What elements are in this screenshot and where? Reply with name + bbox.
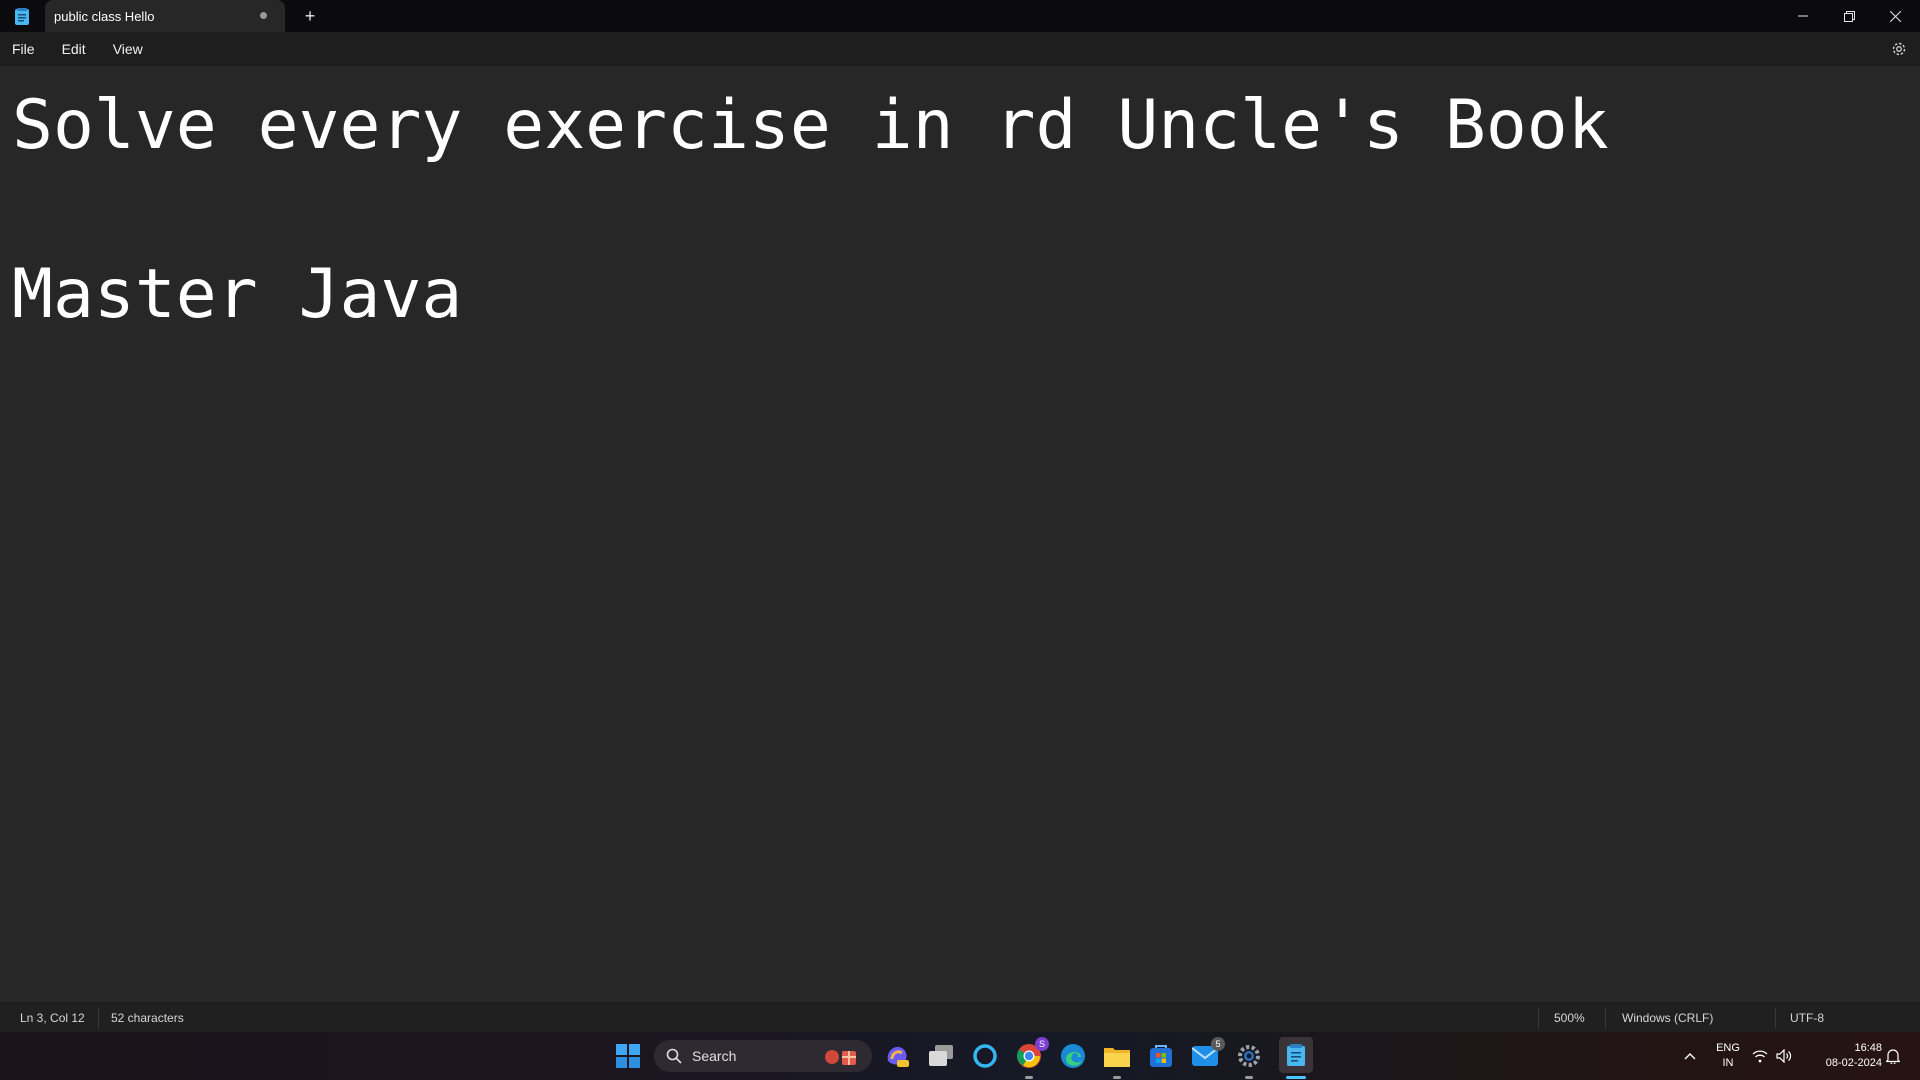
- title-bar: public class Hello +: [0, 0, 1920, 32]
- clock-date: 08-02-2024: [1825, 1057, 1882, 1069]
- running-indicator: [1113, 1076, 1121, 1079]
- menu-view[interactable]: View: [113, 41, 143, 57]
- zoom-level[interactable]: 500%: [1554, 1011, 1585, 1025]
- notification-bell-icon[interactable]: [1883, 1042, 1903, 1070]
- tab-document[interactable]: public class Hello: [45, 0, 285, 32]
- new-tab-button[interactable]: +: [298, 4, 322, 28]
- restore-button[interactable]: [1826, 0, 1872, 32]
- wifi-icon[interactable]: [1750, 1042, 1770, 1070]
- copilot-icon[interactable]: [883, 1042, 911, 1070]
- notepad-taskbar-icon[interactable]: [1279, 1037, 1313, 1073]
- language-indicator[interactable]: ENG IN: [1712, 1041, 1744, 1071]
- menu-file[interactable]: File: [12, 41, 35, 57]
- search-icon: [666, 1048, 682, 1064]
- clock[interactable]: 16:48 08-02-2024: [1808, 1041, 1882, 1071]
- mail-badge: 5: [1211, 1037, 1225, 1051]
- language-region: IN: [1722, 1057, 1734, 1069]
- menu-bar: File Edit View: [0, 32, 1920, 66]
- status-divider: [1538, 1008, 1539, 1028]
- settings-app-icon[interactable]: [1235, 1042, 1263, 1070]
- search-label: Search: [692, 1048, 737, 1064]
- microsoft-store-icon[interactable]: [1147, 1042, 1175, 1070]
- chrome-profile-badge: S: [1035, 1037, 1049, 1051]
- editor-line-1: Solve every exercise in rd Uncle's Book: [12, 86, 1609, 165]
- minimize-button[interactable]: [1780, 0, 1826, 32]
- chevron-up-icon[interactable]: [1676, 1042, 1704, 1070]
- unsaved-dot-icon[interactable]: [260, 12, 267, 19]
- gift-highlight-icon: [825, 1050, 856, 1065]
- encoding[interactable]: UTF-8: [1790, 1011, 1824, 1025]
- mail-icon[interactable]: 5: [1191, 1037, 1225, 1070]
- running-indicator: [1245, 1076, 1253, 1079]
- status-bar: Ln 3, Col 12 52 characters 500% Windows …: [0, 1002, 1920, 1034]
- editor-line-3: Master Java: [12, 255, 463, 334]
- cursor-position: Ln 3, Col 12: [20, 1011, 85, 1025]
- menu-edit[interactable]: Edit: [62, 41, 86, 57]
- file-explorer-icon[interactable]: [1103, 1042, 1131, 1070]
- status-divider: [1775, 1008, 1776, 1028]
- restore-icon: [1843, 10, 1855, 22]
- minimize-icon: [1798, 15, 1808, 17]
- settings-gear-icon[interactable]: [1890, 40, 1908, 58]
- status-divider: [1605, 1008, 1606, 1028]
- line-ending[interactable]: Windows (CRLF): [1622, 1011, 1713, 1025]
- cortana-icon[interactable]: [971, 1042, 999, 1070]
- tab-title: public class Hello: [54, 8, 155, 24]
- language-code: ENG: [1716, 1042, 1740, 1054]
- start-windows-icon[interactable]: [614, 1042, 642, 1070]
- close-button[interactable]: [1872, 0, 1918, 32]
- chrome-icon[interactable]: S: [1015, 1037, 1049, 1070]
- taskbar-search[interactable]: Search: [654, 1040, 872, 1072]
- close-icon: [1889, 10, 1901, 22]
- notepad-app-icon: [13, 6, 31, 26]
- text-editor[interactable]: Solve every exercise in rd Uncle's Book …: [0, 66, 1920, 1000]
- task-view-icon[interactable]: [927, 1042, 955, 1070]
- running-indicator: [1025, 1076, 1033, 1079]
- status-divider: [98, 1008, 99, 1028]
- clock-time: 16:48: [1854, 1042, 1882, 1054]
- active-indicator: [1286, 1076, 1306, 1079]
- character-count: 52 characters: [111, 1011, 184, 1025]
- volume-icon[interactable]: [1774, 1042, 1794, 1070]
- edge-icon[interactable]: [1059, 1042, 1087, 1070]
- taskbar: Search S 5 ENG IN 16:48 08-02-2024: [0, 1032, 1920, 1080]
